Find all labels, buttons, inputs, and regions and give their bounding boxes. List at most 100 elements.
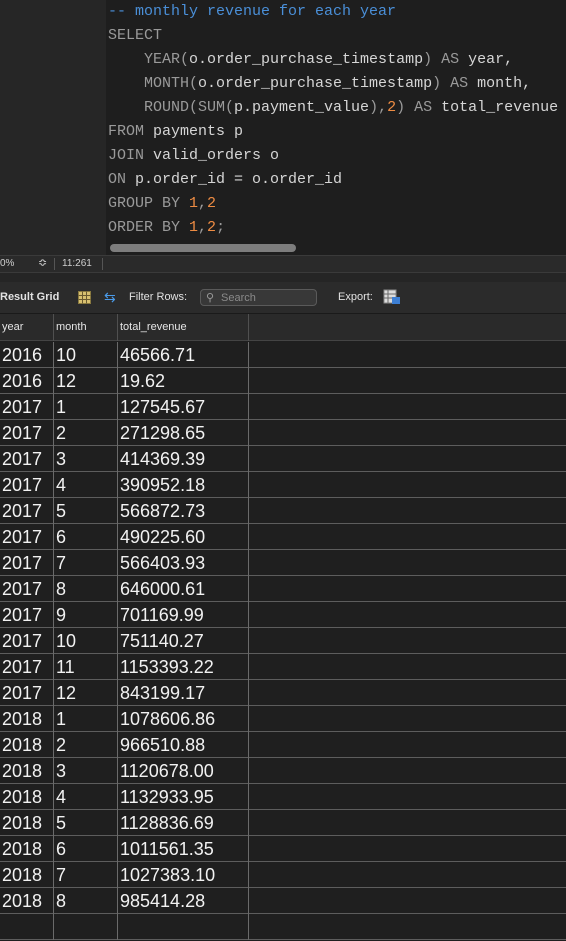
cell-year[interactable]: 2018 [0,706,54,732]
cell-total-revenue[interactable]: 1132933.95 [118,784,249,810]
zoom-stepper-icon[interactable]: ≎ [38,256,47,269]
table-row[interactable]: 2018 7 1027383.10 [0,862,566,888]
cell-year[interactable]: 2017 [0,446,54,472]
code-area[interactable]: -- monthly revenue for each year SELECT Y… [108,0,566,240]
table-row[interactable]: 2017 4 390952.18 [0,472,566,498]
cell-year[interactable]: 2018 [0,732,54,758]
code-line[interactable]: -- monthly revenue for each year [108,0,566,24]
filter-search-box[interactable]: ⚲ [200,289,317,306]
empty-cell[interactable] [0,914,54,940]
table-row[interactable]: 2018 1 1078606.86 [0,706,566,732]
cell-total-revenue[interactable]: 566403.93 [118,550,249,576]
cell-total-revenue[interactable]: 1011561.35 [118,836,249,862]
cell-year[interactable]: 2017 [0,654,54,680]
table-row[interactable]: 2018 5 1128836.69 [0,810,566,836]
table-row[interactable]: 2018 4 1132933.95 [0,784,566,810]
cell-month[interactable]: 3 [54,758,118,784]
cell-month[interactable]: 1 [54,706,118,732]
scrollbar-thumb[interactable] [110,244,296,252]
cell-year[interactable]: 2017 [0,628,54,654]
cell-month[interactable]: 11 [54,654,118,680]
sql-editor[interactable]: -- monthly revenue for each year SELECT Y… [0,0,566,255]
table-row[interactable]: 2018 3 1120678.00 [0,758,566,784]
cell-month[interactable]: 8 [54,576,118,602]
cell-month[interactable]: 12 [54,368,118,394]
cell-year[interactable]: 2017 [0,550,54,576]
cell-total-revenue[interactable]: 646000.61 [118,576,249,602]
cell-total-revenue[interactable]: 1128836.69 [118,810,249,836]
grid-layout-icon[interactable] [78,291,91,304]
cell-month[interactable]: 10 [54,628,118,654]
code-line[interactable]: JOIN valid_orders o [108,144,566,168]
table-row[interactable]: 2018 8 985414.28 [0,888,566,914]
empty-cell[interactable] [118,914,249,940]
cell-year[interactable]: 2018 [0,836,54,862]
table-row[interactable]: 2017 9 701169.99 [0,602,566,628]
code-line[interactable]: ROUND(SUM(p.payment_value),2) AS total_r… [108,96,566,120]
cell-month[interactable]: 7 [54,862,118,888]
cell-year[interactable]: 2017 [0,602,54,628]
cell-year[interactable]: 2018 [0,862,54,888]
cell-total-revenue[interactable]: 843199.17 [118,680,249,706]
cell-month[interactable]: 5 [54,498,118,524]
cell-year[interactable]: 2017 [0,576,54,602]
cell-month[interactable]: 4 [54,472,118,498]
table-row[interactable]: 2017 8 646000.61 [0,576,566,602]
cell-month[interactable]: 10 [54,342,118,368]
cell-year[interactable]: 2017 [0,420,54,446]
cell-year[interactable]: 2018 [0,810,54,836]
refresh-arrows-icon[interactable]: ⇆ [104,289,116,306]
cell-total-revenue[interactable]: 1153393.22 [118,654,249,680]
cell-month[interactable]: 6 [54,524,118,550]
table-row[interactable]: 2018 2 966510.88 [0,732,566,758]
cell-total-revenue[interactable]: 966510.88 [118,732,249,758]
cell-year[interactable]: 2016 [0,368,54,394]
result-grid-tab[interactable]: Result Grid [0,291,59,303]
table-row[interactable]: 2016 10 46566.71 [0,342,566,368]
cell-total-revenue[interactable]: 127545.67 [118,394,249,420]
column-header-total-revenue[interactable]: total_revenue [118,314,249,341]
table-row[interactable]: 2017 10 751140.27 [0,628,566,654]
column-header-year[interactable]: year [0,314,54,341]
cell-month[interactable]: 5 [54,810,118,836]
cell-year[interactable]: 2017 [0,498,54,524]
column-header-month[interactable]: month [54,314,118,341]
search-input[interactable] [221,291,313,304]
cell-month[interactable]: 2 [54,420,118,446]
cell-month[interactable]: 6 [54,836,118,862]
cell-month[interactable]: 8 [54,888,118,914]
table-row[interactable]: 2017 6 490225.60 [0,524,566,550]
cell-year[interactable]: 2017 [0,394,54,420]
editor-horizontal-scrollbar[interactable] [106,241,566,255]
cell-total-revenue[interactable]: 271298.65 [118,420,249,446]
cell-year[interactable]: 2017 [0,472,54,498]
cell-month[interactable]: 9 [54,602,118,628]
table-row[interactable]: 2017 12 843199.17 [0,680,566,706]
result-grid[interactable]: year month total_revenue 2016 10 46566.71 2… [0,314,566,941]
export-spreadsheet-icon[interactable] [383,289,401,305]
table-row[interactable]: 2017 3 414369.39 [0,446,566,472]
table-row[interactable]: 2017 11 1153393.22 [0,654,566,680]
code-line[interactable]: SELECT [108,24,566,48]
cell-total-revenue[interactable]: 490225.60 [118,524,249,550]
cell-month[interactable]: 12 [54,680,118,706]
table-row[interactable]: 2017 2 271298.65 [0,420,566,446]
cell-month[interactable]: 1 [54,394,118,420]
table-row[interactable]: 2016 12 19.62 [0,368,566,394]
new-row-placeholder[interactable] [0,914,566,940]
cell-year[interactable]: 2017 [0,680,54,706]
cell-total-revenue[interactable]: 985414.28 [118,888,249,914]
cell-month[interactable]: 7 [54,550,118,576]
cell-year[interactable]: 2017 [0,524,54,550]
code-line[interactable]: YEAR(o.order_purchase_timestamp) AS year… [108,48,566,72]
cell-year[interactable]: 2018 [0,784,54,810]
table-row[interactable]: 2017 5 566872.73 [0,498,566,524]
cell-total-revenue[interactable]: 1078606.86 [118,706,249,732]
cell-month[interactable]: 4 [54,784,118,810]
cell-total-revenue[interactable]: 46566.71 [118,342,249,368]
cell-total-revenue[interactable]: 1120678.00 [118,758,249,784]
code-line[interactable]: ORDER BY 1,2; [108,216,566,240]
cell-total-revenue[interactable]: 19.62 [118,368,249,394]
code-line[interactable]: GROUP BY 1,2 [108,192,566,216]
table-row[interactable]: 2018 6 1011561.35 [0,836,566,862]
